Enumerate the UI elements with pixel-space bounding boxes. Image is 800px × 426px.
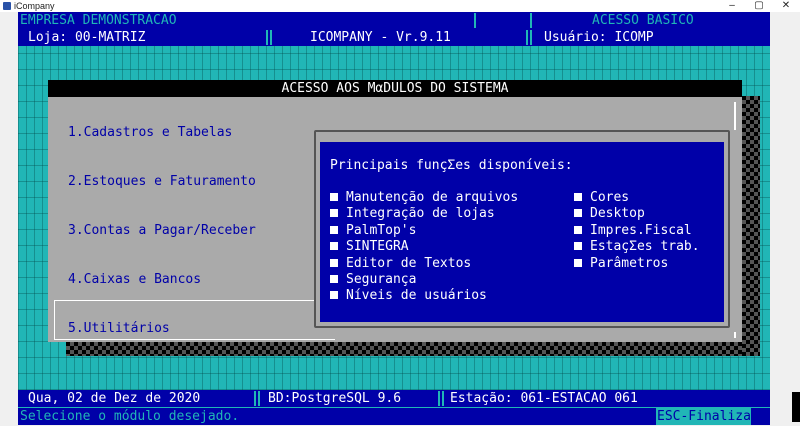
bullet-icon	[330, 209, 338, 217]
app-icon	[3, 2, 11, 10]
menu-item-estoques[interactable]: 2.Estoques e Faturamento	[68, 173, 256, 190]
bullet-icon	[330, 259, 338, 267]
close-button[interactable]: ✕	[773, 0, 799, 12]
bullet-icon	[574, 209, 582, 217]
option-estacoes-trab[interactable]: EstaçΣes trab.	[574, 239, 700, 255]
user-label: Usuário: ICOMP	[544, 30, 654, 45]
bullet-icon	[330, 275, 338, 283]
option-seguranca[interactable]: Segurança	[330, 272, 416, 288]
window-titlebar: iCompany – ▢ ✕	[0, 0, 800, 12]
bullet-icon	[330, 291, 338, 299]
functions-panel-content: Principais funçΣes disponíveis: Manutenç…	[320, 142, 724, 322]
separator	[526, 30, 528, 45]
database-label: BD:PostgreSQL 9.6	[268, 391, 402, 406]
hint-text: Selecione o módulo desejado.	[20, 409, 240, 424]
option-desktop[interactable]: Desktop	[574, 206, 645, 222]
separator	[442, 391, 444, 406]
separator	[254, 391, 256, 406]
access-level: ACESSO BASICO	[592, 13, 694, 28]
header-row-2: Loja: 00-MATRIZ ICOMPANY - Vr.9.11 Usuár…	[18, 29, 770, 46]
window-shadow-right	[742, 96, 760, 356]
separator	[258, 391, 260, 406]
window-shadow-bottom	[66, 342, 760, 356]
bullet-icon	[574, 193, 582, 201]
menu-item-contas[interactable]: 3.Contas a Pagar/Receber	[68, 222, 256, 239]
option-palmtops[interactable]: PalmTop's	[330, 223, 416, 239]
window-title: iCompany	[14, 1, 55, 11]
option-niveis-usuarios[interactable]: Níveis de usuários	[330, 288, 487, 304]
option-parametros[interactable]: Parâmetros	[574, 256, 668, 272]
status-bar: Qua, 02 de Dez de 2020 BD:PostgreSQL 9.6…	[18, 390, 770, 407]
option-manutencao[interactable]: Manutenção de arquivos	[330, 190, 518, 206]
option-cores[interactable]: Cores	[574, 190, 629, 206]
maximize-button[interactable]: ▢	[746, 0, 772, 12]
bullet-icon	[574, 259, 582, 267]
separator	[474, 13, 476, 28]
station-label: Estação: 061-ESTACAO 061	[450, 391, 638, 406]
scroll-indicator[interactable]	[792, 392, 800, 422]
exit-button[interactable]: ESC-Finaliza	[656, 408, 751, 425]
date-label: Qua, 02 de Dez de 2020	[28, 391, 201, 406]
bullet-icon	[330, 226, 338, 234]
store-label: Loja: 00-MATRIZ	[28, 30, 146, 45]
bullet-icon	[574, 226, 582, 234]
menu-item-cadastros[interactable]: 1.Cadastros e Tabelas	[68, 124, 232, 141]
menu-item-utilitarios[interactable]: 5.Utilitários	[68, 320, 170, 337]
functions-heading: Principais funçΣes disponíveis:	[330, 158, 573, 173]
console-screen: EMPRESA DEMONSTRACAO ACESSO BASICO Loja:…	[18, 12, 770, 425]
option-impres-fiscal[interactable]: Impres.Fiscal	[574, 223, 692, 239]
minimize-button[interactable]: –	[719, 0, 745, 12]
separator	[270, 30, 272, 45]
company-name: EMPRESA DEMONSTRACAO	[20, 13, 177, 28]
bullet-icon	[330, 242, 338, 250]
option-editor-textos[interactable]: Editor de Textos	[330, 256, 471, 272]
separator	[530, 30, 532, 45]
separator	[530, 13, 532, 28]
bullet-icon	[574, 242, 582, 250]
modules-window-title: ACESSO AOS MαDULOS DO SISTEMA	[48, 80, 742, 97]
separator	[438, 391, 440, 406]
separator	[266, 30, 268, 45]
option-integracao[interactable]: Integração de lojas	[330, 206, 495, 222]
option-sintegra[interactable]: SINTEGRA	[330, 239, 409, 255]
header-row-1: EMPRESA DEMONSTRACAO ACESSO BASICO	[18, 12, 770, 29]
version-label: ICOMPANY - Vr.9.11	[310, 30, 451, 45]
menu-item-caixas[interactable]: 4.Caixas e Bancos	[68, 271, 201, 288]
hint-bar: Selecione o módulo desejado. ESC-Finaliz…	[18, 408, 770, 425]
bullet-icon	[330, 193, 338, 201]
